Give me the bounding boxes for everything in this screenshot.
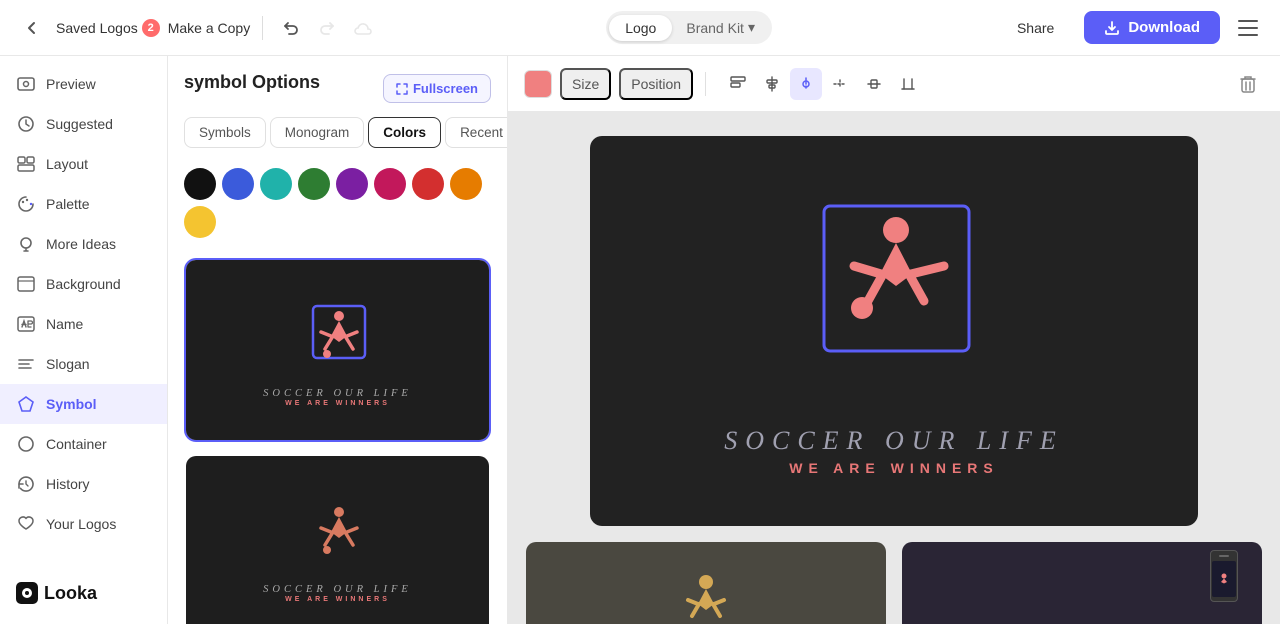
sidebar-item-preview[interactable]: Preview bbox=[0, 64, 167, 104]
swatch-red[interactable] bbox=[412, 168, 444, 200]
sidebar-item-slogan[interactable]: Slogan bbox=[0, 344, 167, 384]
undo-button[interactable] bbox=[275, 12, 307, 44]
logo-card-1-preview: SOCCER OUR LIFE WE ARE WINNERS bbox=[186, 260, 489, 440]
sidebar-item-symbol[interactable]: Symbol bbox=[0, 384, 167, 424]
toolbar-separator bbox=[705, 72, 706, 96]
name-icon bbox=[16, 314, 36, 334]
swatch-pink[interactable] bbox=[374, 168, 406, 200]
preview-icon bbox=[16, 74, 36, 94]
align-center-h-button[interactable] bbox=[756, 68, 788, 100]
topbar-right: Share Download bbox=[999, 11, 1264, 44]
make-copy-button[interactable]: Make a Copy bbox=[168, 20, 250, 36]
delete-button[interactable] bbox=[1232, 68, 1264, 100]
panel-title: symbol Options bbox=[184, 72, 320, 93]
tab-recent[interactable]: Recent bbox=[445, 117, 508, 148]
saved-logos-badge: 2 bbox=[142, 19, 160, 37]
looka-logo-area: Looka bbox=[0, 570, 167, 616]
swatch-black[interactable] bbox=[184, 168, 216, 200]
logo-brand-toggle: Logo Brand Kit ▾ bbox=[606, 11, 772, 44]
canvas-area: Size Position bbox=[508, 56, 1280, 624]
sidebar-item-container[interactable]: Container bbox=[0, 424, 167, 464]
palette-icon bbox=[16, 194, 36, 214]
undo-redo-group bbox=[275, 12, 379, 44]
swatch-orange[interactable] bbox=[450, 168, 482, 200]
back-button[interactable] bbox=[16, 12, 48, 44]
preview-thumbnails bbox=[526, 542, 1262, 624]
download-button[interactable]: Download bbox=[1084, 11, 1220, 44]
card2-logo-title: SOCCER OUR LIFE bbox=[263, 584, 412, 595]
sidebar-item-name[interactable]: Name bbox=[0, 304, 167, 344]
topbar-center: Logo Brand Kit ▾ bbox=[391, 11, 987, 44]
main-preview-subtitle: WE ARE WINNERS bbox=[724, 460, 1064, 476]
canvas-toolbar: Size Position bbox=[508, 56, 1280, 112]
divider bbox=[262, 16, 263, 40]
align-left-button[interactable] bbox=[722, 68, 754, 100]
card1-logo-subtitle: WE ARE WINNERS bbox=[285, 400, 390, 407]
layout-icon bbox=[16, 154, 36, 174]
swatch-purple[interactable] bbox=[336, 168, 368, 200]
logo-card-2[interactable]: SOCCER OUR LIFE WE ARE WINNERS bbox=[184, 454, 491, 624]
card1-logo-title: SOCCER OUR LIFE bbox=[263, 388, 412, 399]
sidebar-item-background[interactable]: Background bbox=[0, 264, 167, 304]
swatch-green[interactable] bbox=[298, 168, 330, 200]
saved-logos-label: Saved Logos 2 bbox=[56, 19, 160, 37]
tab-colors[interactable]: Colors bbox=[368, 117, 441, 148]
align-v-center-button[interactable] bbox=[858, 68, 890, 100]
panel-header: symbol Options Fullscreen Symbols Monogr… bbox=[168, 56, 507, 160]
looka-logo: Looka bbox=[16, 582, 151, 604]
cloud-save-button[interactable] bbox=[347, 12, 379, 44]
symbol-options-panel: symbol Options Fullscreen Symbols Monogr… bbox=[168, 56, 508, 624]
topbar-left: Saved Logos 2 Make a Copy bbox=[16, 12, 379, 44]
panel-tabs: Symbols Monogram Colors Recent bbox=[184, 117, 491, 148]
logo-card-2-preview: SOCCER OUR LIFE WE ARE WINNERS bbox=[186, 456, 489, 624]
size-button[interactable]: Size bbox=[560, 68, 611, 100]
brand-kit-button[interactable]: Brand Kit ▾ bbox=[672, 14, 769, 41]
align-buttons bbox=[722, 68, 924, 100]
menu-button[interactable] bbox=[1232, 12, 1264, 44]
main-logo-preview: SOCCER OUR LIFE WE ARE WINNERS bbox=[590, 136, 1198, 526]
align-right-button[interactable] bbox=[790, 68, 822, 100]
container-icon bbox=[16, 434, 36, 454]
sidebar-item-your-logos[interactable]: Your Logos bbox=[0, 504, 167, 544]
sidebar-item-more-ideas[interactable]: More Ideas bbox=[0, 224, 167, 264]
position-button[interactable]: Position bbox=[619, 68, 693, 100]
color-picker-dot[interactable] bbox=[524, 70, 552, 98]
background-icon bbox=[16, 274, 36, 294]
slogan-icon bbox=[16, 354, 36, 374]
tab-monogram[interactable]: Monogram bbox=[270, 117, 365, 148]
topbar: Saved Logos 2 Make a Copy Logo Brand Kit… bbox=[0, 0, 1280, 56]
symbol-icon bbox=[16, 394, 36, 414]
more-ideas-icon bbox=[16, 234, 36, 254]
history-icon bbox=[16, 474, 36, 494]
swatch-blue[interactable] bbox=[222, 168, 254, 200]
sidebar-item-layout[interactable]: Layout bbox=[0, 144, 167, 184]
sidebar-item-palette[interactable]: Palette bbox=[0, 184, 167, 224]
redo-button[interactable] bbox=[311, 12, 343, 44]
main-layout: Preview Suggested Layout Palette More Id… bbox=[0, 56, 1280, 624]
align-top-button[interactable] bbox=[824, 68, 856, 100]
logo-card-1[interactable]: SOCCER OUR LIFE WE ARE WINNERS bbox=[184, 258, 491, 442]
canvas-main: SOCCER OUR LIFE WE ARE WINNERS bbox=[508, 112, 1280, 624]
color-swatches bbox=[168, 160, 507, 250]
swatch-yellow[interactable] bbox=[184, 206, 216, 238]
tab-symbols[interactable]: Symbols bbox=[184, 117, 266, 148]
sidebar-item-suggested[interactable]: Suggested bbox=[0, 104, 167, 144]
swatch-teal[interactable] bbox=[260, 168, 292, 200]
your-logos-icon bbox=[16, 514, 36, 534]
sidebar: Preview Suggested Layout Palette More Id… bbox=[0, 56, 168, 624]
fullscreen-button[interactable]: Fullscreen bbox=[383, 74, 491, 103]
panel-logo-cards: SOCCER OUR LIFE WE ARE WINNERS bbox=[168, 250, 507, 624]
thumbnail-2[interactable] bbox=[902, 542, 1262, 624]
align-bottom-button[interactable] bbox=[892, 68, 924, 100]
thumbnail-1[interactable] bbox=[526, 542, 886, 624]
logo-toggle[interactable]: Logo bbox=[609, 15, 672, 41]
suggested-icon bbox=[16, 114, 36, 134]
share-button[interactable]: Share bbox=[999, 12, 1072, 44]
sidebar-item-history[interactable]: History bbox=[0, 464, 167, 504]
card2-logo-subtitle: WE ARE WINNERS bbox=[285, 596, 390, 603]
main-preview-title: SOCCER OUR LIFE bbox=[724, 426, 1064, 456]
